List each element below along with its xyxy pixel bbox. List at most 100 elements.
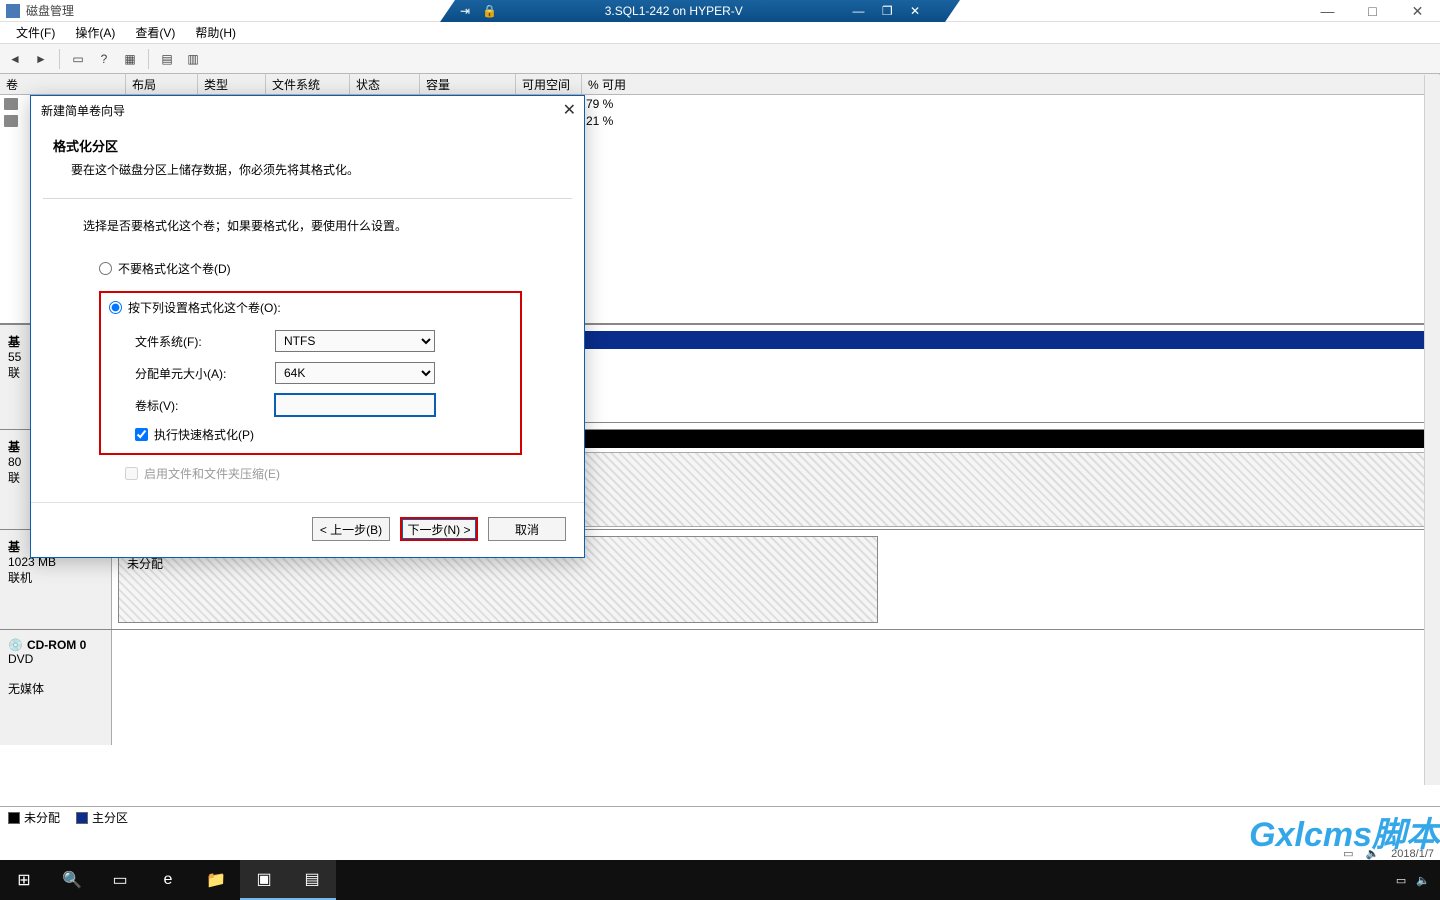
tray-network-icon[interactable]: ▭ xyxy=(1396,874,1406,887)
help-icon[interactable]: ? xyxy=(93,48,115,70)
col-pct-free[interactable]: % 可用 xyxy=(582,74,1440,94)
wizard-heading: 格式化分区 xyxy=(53,136,562,155)
outer-titlebar: 磁盘管理 ⇥ 🔒 3.SQL1-242 on HYPER-V — ❐ ✕ — □… xyxy=(0,0,1440,22)
cdrom-icon: 💿 xyxy=(8,638,23,652)
hyperv-close-button[interactable]: ✕ xyxy=(910,4,920,18)
vertical-scrollbar[interactable] xyxy=(1424,75,1440,785)
toolbar-separator xyxy=(148,49,149,69)
pct-free-value: 79 % xyxy=(586,97,613,111)
radio-format[interactable]: 按下列设置格式化这个卷(O): xyxy=(109,299,512,316)
pin-icon[interactable]: ⇥ xyxy=(460,4,470,18)
search-icon[interactable]: 🔍 xyxy=(48,860,96,900)
legend-swatch-primary xyxy=(76,812,88,824)
col-type[interactable]: 类型 xyxy=(198,74,266,94)
disk-status: 联机 xyxy=(8,569,103,586)
radio-format-label: 按下列设置格式化这个卷(O): xyxy=(128,299,281,316)
new-simple-volume-wizard: 新建简单卷向导 ✕ 格式化分区 要在这个磁盘分区上储存数据，你必须先将其格式化。… xyxy=(30,95,585,558)
col-filesystem[interactable]: 文件系统 xyxy=(266,74,350,94)
wizard-divider xyxy=(43,198,572,199)
cdrom-type: DVD xyxy=(8,652,103,666)
wizard-buttons: < 上一步(B) 下一步(N) > 取消 xyxy=(31,502,584,557)
legend: 未分配 主分区 xyxy=(0,806,1440,828)
watermark: Gxlcms脚本 xyxy=(1249,807,1440,856)
checkbox-quick-format-label: 执行快速格式化(P) xyxy=(154,426,254,443)
disk-row-cdrom: 💿 CD-ROM 0 DVD 无媒体 xyxy=(0,630,1440,745)
col-capacity[interactable]: 容量 xyxy=(420,74,516,94)
col-free[interactable]: 可用空间 xyxy=(516,74,582,94)
wizard-subtext: 要在这个磁盘分区上储存数据，你必须先将其格式化。 xyxy=(71,161,562,178)
checkbox-compression-label: 启用文件和文件夹压缩(E) xyxy=(144,465,280,482)
cancel-button[interactable]: 取消 xyxy=(488,517,566,541)
watermark-text: Gxlcms xyxy=(1249,816,1372,854)
taskbar-disk-mgmt-icon[interactable]: ▤ xyxy=(288,860,336,900)
wizard-titlebar[interactable]: 新建简单卷向导 ✕ xyxy=(31,96,584,124)
col-status[interactable]: 状态 xyxy=(350,74,420,94)
hyperv-connection-bar: ⇥ 🔒 3.SQL1-242 on HYPER-V — ❐ ✕ xyxy=(440,0,960,22)
pct-free-value: 21 % xyxy=(586,114,613,128)
lock-icon: 🔒 xyxy=(482,4,497,18)
menu-file[interactable]: 文件(F) xyxy=(6,22,65,43)
checkbox-compression: 启用文件和文件夹压缩(E) xyxy=(125,465,562,482)
system-tray: ▭ 🔈 xyxy=(1396,874,1440,887)
label-allocation: 分配单元大小(A): xyxy=(135,365,275,382)
taskbar-server-manager-icon[interactable]: ▣ xyxy=(240,860,288,900)
disk-info-cdrom[interactable]: 💿 CD-ROM 0 DVD 无媒体 xyxy=(0,630,112,745)
taskbar-ie-icon[interactable]: e xyxy=(144,860,192,900)
row-filesystem: 文件系统(F): NTFS xyxy=(135,330,512,352)
menu-view[interactable]: 查看(V) xyxy=(125,22,185,43)
checkbox-quick-format-input[interactable] xyxy=(135,428,148,441)
label-filesystem: 文件系统(F): xyxy=(135,333,275,350)
outer-maximize-button[interactable]: □ xyxy=(1350,0,1395,22)
wizard-instruction: 选择是否要格式化这个卷；如果要格式化，要使用什么设置。 xyxy=(83,217,562,234)
col-layout[interactable]: 布局 xyxy=(126,74,198,94)
legend-label: 未分配 xyxy=(24,809,60,826)
menu-help[interactable]: 帮助(H) xyxy=(185,22,246,43)
hyperv-restore-button[interactable]: ❐ xyxy=(882,4,893,18)
toolbar: ◄ ► ▭ ? ▦ ▤ ▥ xyxy=(0,44,1440,74)
taskbar-explorer-icon[interactable]: 📁 xyxy=(192,860,240,900)
disk-partitions xyxy=(112,630,1440,745)
row-volume-label: 卷标(V): xyxy=(135,394,512,416)
disk-icon xyxy=(4,115,18,127)
wizard-title: 新建简单卷向导 xyxy=(41,102,125,119)
view-list-icon[interactable]: ▭ xyxy=(67,48,89,70)
radio-do-not-format[interactable]: 不要格式化这个卷(D) xyxy=(99,260,562,277)
app-icon xyxy=(6,4,20,18)
menu-bar: 文件(F) 操作(A) 查看(V) 帮助(H) xyxy=(0,22,1440,44)
legend-unallocated: 未分配 xyxy=(8,809,60,826)
cdrom-status: 无媒体 xyxy=(8,680,103,697)
radio-noformat-label: 不要格式化这个卷(D) xyxy=(118,260,231,277)
legend-swatch-unallocated xyxy=(8,812,20,824)
select-filesystem[interactable]: NTFS xyxy=(275,330,435,352)
col-volume[interactable]: 卷 xyxy=(0,74,126,94)
properties-icon[interactable]: ▦ xyxy=(119,48,141,70)
taskbar: ⊞ 🔍 ▭ e 📁 ▣ ▤ ▭ 🔈 xyxy=(0,860,1440,900)
label-volume-label: 卷标(V): xyxy=(135,397,275,414)
nav-forward-icon[interactable]: ► xyxy=(30,48,52,70)
next-button[interactable]: 下一步(N) > xyxy=(400,517,478,541)
hyperv-window-buttons: — ❐ ✕ xyxy=(838,4,920,18)
cdrom-name: CD-ROM 0 xyxy=(27,638,86,652)
menu-action[interactable]: 操作(A) xyxy=(65,22,125,43)
back-button[interactable]: < 上一步(B) xyxy=(312,517,390,541)
app-title: 磁盘管理 xyxy=(26,2,74,19)
select-allocation[interactable]: 64K xyxy=(275,362,435,384)
nav-back-icon[interactable]: ◄ xyxy=(4,48,26,70)
outer-close-button[interactable]: ✕ xyxy=(1395,0,1440,22)
vm-name: 3.SQL1-242 on HYPER-V xyxy=(509,4,838,18)
radio-noformat-input[interactable] xyxy=(99,262,112,275)
layout-top-icon[interactable]: ▤ xyxy=(156,48,178,70)
start-button[interactable]: ⊞ xyxy=(0,860,48,900)
taskview-icon[interactable]: ▭ xyxy=(96,860,144,900)
tray-sound-icon[interactable]: 🔈 xyxy=(1416,874,1430,887)
input-volume-label[interactable] xyxy=(275,394,435,416)
radio-format-input[interactable] xyxy=(109,301,122,314)
wizard-close-icon[interactable]: ✕ xyxy=(563,100,576,120)
hyperv-minimize-button[interactable]: — xyxy=(852,4,864,18)
toolbar-separator xyxy=(59,49,60,69)
layout-bottom-icon[interactable]: ▥ xyxy=(182,48,204,70)
checkbox-quick-format[interactable]: 执行快速格式化(P) xyxy=(135,426,512,443)
outer-window-controls: — □ ✕ xyxy=(1305,0,1440,22)
outer-minimize-button[interactable]: — xyxy=(1305,0,1350,22)
format-options-box: 按下列设置格式化这个卷(O): 文件系统(F): NTFS 分配单元大小(A):… xyxy=(99,291,522,455)
